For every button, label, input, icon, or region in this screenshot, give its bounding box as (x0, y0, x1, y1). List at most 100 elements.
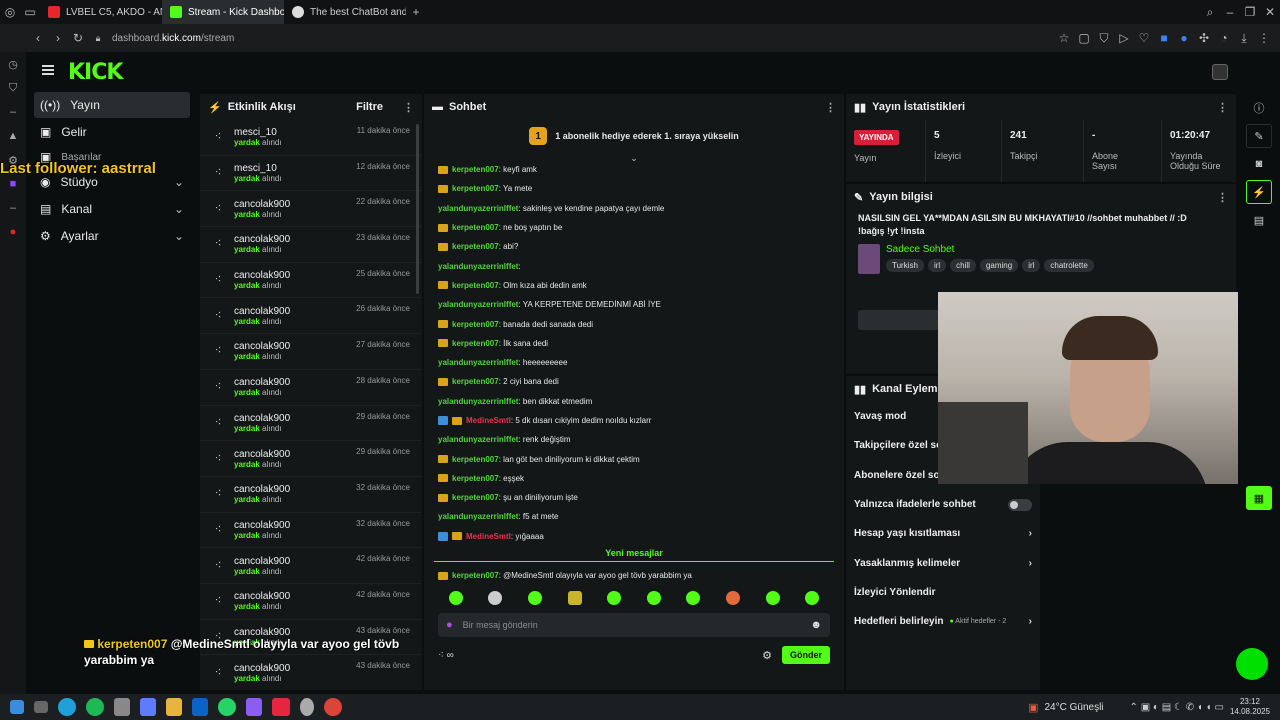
chat-username[interactable]: kerpeten007 (452, 242, 499, 251)
history-icon[interactable]: ◷ (0, 52, 26, 76)
event-row[interactable]: ⁖ mesci_10 yardak alındı 11 dakika önce (200, 120, 422, 156)
chat-username[interactable]: yalandunyazerrinlffet (438, 204, 518, 213)
chat-username[interactable]: yalandunyazerrinlffet (438, 512, 518, 521)
event-username[interactable]: cancolak900 (234, 520, 290, 531)
event-username[interactable]: cancolak900 (234, 591, 290, 602)
emote-icon[interactable] (488, 591, 503, 606)
clapper-icon[interactable]: ▦ (1246, 486, 1272, 510)
event-username[interactable]: mesci_10 (234, 163, 282, 174)
event-username[interactable]: cancolak900 (234, 377, 290, 388)
chat-message[interactable]: kerpeten007: eşşek (424, 469, 844, 488)
chat-message[interactable]: kerpeten007: ne boş yaptın be (424, 218, 844, 237)
new-tab-icon[interactable]: + (406, 2, 426, 22)
emote-icon[interactable] (527, 591, 542, 606)
browser-icon[interactable] (272, 698, 290, 716)
search-icon[interactable]: ⌕ (1200, 2, 1220, 22)
chat-message[interactable]: kerpeten007: banada dedi sanada dedi (424, 314, 844, 333)
channel-action-row[interactable]: İzleyici Yönlendir (846, 578, 1040, 607)
emote-icon[interactable] (646, 591, 661, 606)
lightning-icon[interactable]: ⚡ (1246, 180, 1272, 204)
event-row[interactable]: ⁖ mesci_10 yardak alındı 12 dakika önce (200, 156, 422, 192)
emote-icon[interactable] (448, 591, 463, 606)
puzzle-icon[interactable]: ✣ (1194, 28, 1214, 48)
bag-icon[interactable]: ⛉ (0, 76, 26, 100)
shield-icon[interactable]: ⛉ (1094, 28, 1114, 48)
chat-message[interactable]: MedineSmtl: 5 dk dısarı cıkiyim dedim no… (424, 411, 844, 430)
edge-icon[interactable] (58, 698, 76, 716)
channel-action-row[interactable]: Hedefleri belirleyin ● Aktif hedefler - 2… (846, 607, 1040, 636)
chat-message[interactable]: kerpeten007: abi? (424, 237, 844, 256)
chevron-right-icon[interactable]: › (1029, 558, 1032, 569)
event-row[interactable]: ⁖ cancolak900 yardak alındı 25 dakika ön… (200, 263, 422, 299)
scrollbar[interactable] (416, 124, 419, 294)
emoji-icon[interactable]: ☻ (810, 619, 822, 631)
chat-message[interactable]: MedineSmtl: yığaaaa (424, 527, 844, 546)
document-icon[interactable]: ▤ (1246, 208, 1272, 232)
system-tray-icon[interactable]: ⌃ ▣ ◐ ▤ ☾ ✆ ◖ ◖ ▭ (1130, 702, 1224, 713)
more-options-icon[interactable]: ⋮ (403, 101, 414, 114)
tab-list-icon[interactable]: ▭ (20, 2, 40, 22)
event-row[interactable]: ⁖ cancolak900 yardak alındı 28 dakika ön… (200, 370, 422, 406)
event-row[interactable]: ⁖ cancolak900 yardak alındı 42 dakika ön… (200, 584, 422, 620)
settings-icon[interactable] (300, 698, 314, 716)
chat-username[interactable]: kerpeten007 (452, 184, 499, 193)
event-username[interactable]: cancolak900 (234, 341, 290, 352)
event-row[interactable]: ⁖ cancolak900 yardak alındı 29 dakika ön… (200, 441, 422, 477)
avatar[interactable] (1212, 64, 1228, 80)
tab-youtube[interactable]: LVBEL C5, AKDO - ANLA (40, 0, 162, 24)
info-icon[interactable]: ⓘ (1246, 96, 1272, 120)
tag-chip[interactable]: chill (950, 259, 976, 272)
chat-username[interactable]: yalandunyazerrinlffet (438, 262, 518, 271)
tag-chip[interactable]: chatrolette (1044, 259, 1094, 272)
sidebar-item-ayarlar[interactable]: ⚙ Ayarlar ⌄ (34, 223, 190, 249)
task-view-icon[interactable] (34, 701, 48, 713)
folder-icon[interactable] (166, 698, 182, 716)
microphone-icon[interactable]: ● (446, 619, 453, 631)
chat-username[interactable]: MedineSmtl (466, 532, 511, 541)
chat-message[interactable]: kerpeten007: Olm kıza abi dedin amk (424, 276, 844, 295)
sidebar-item-yayin[interactable]: ((•)) Yayın (34, 92, 190, 118)
event-username[interactable]: cancolak900 (234, 270, 290, 281)
tag-chip[interactable]: gaming (979, 259, 1019, 272)
chat-username[interactable]: MedineSmtl (466, 416, 511, 425)
chat-message[interactable]: kerpeten007: şu an diniliyorum işte (424, 488, 844, 507)
reload-icon[interactable]: ↻ (68, 28, 88, 48)
event-row[interactable]: ⁖ cancolak900 yardak alındı 32 dakika ön… (200, 477, 422, 513)
emote-icon[interactable] (725, 591, 740, 606)
toggle-switch[interactable] (1008, 498, 1032, 511)
chat-message[interactable]: yalandunyazerrinlffet: heeeeeeeee (424, 353, 844, 372)
chat-username[interactable]: kerpeten007 (452, 455, 499, 464)
event-row[interactable]: ⁖ cancolak900 yardak alındı 23 dakika ön… (200, 227, 422, 263)
forward-icon[interactable]: › (48, 28, 68, 48)
emote-icon[interactable] (765, 591, 780, 606)
chat-username[interactable]: kerpeten007 (452, 223, 499, 232)
bookmark-icon[interactable]: ☆ (1054, 28, 1074, 48)
screenshot-icon[interactable]: ▢ (1074, 28, 1094, 48)
event-username[interactable]: cancolak900 (234, 484, 290, 495)
spotify-icon[interactable] (86, 698, 104, 716)
chat-username[interactable]: yalandunyazerrinlffet (438, 358, 518, 367)
chat-message[interactable]: kerpeten007: Ya mete (424, 179, 844, 198)
sidebar-item-kanal[interactable]: ▤ Kanal ⌄ (34, 196, 190, 222)
chat-message[interactable]: kerpeten007: 2 ciyi bana dedi (424, 372, 844, 391)
gift-banner[interactable]: 1 1 abonelik hediye ederek 1. sıraya yük… (424, 120, 844, 152)
youtube-icon[interactable]: ● (0, 220, 26, 244)
triangle-icon[interactable]: ▲ (0, 124, 26, 148)
whatsapp-icon[interactable] (218, 698, 236, 716)
chat-input[interactable]: ● Bir mesaj gönderin ☻ (438, 613, 830, 638)
event-row[interactable]: ⁖ cancolak900 yardak alındı 26 dakika ön… (200, 298, 422, 335)
clock[interactable]: 23:12 14.08.2025 (1230, 697, 1270, 717)
chevron-right-icon[interactable]: › (1029, 616, 1032, 627)
chat-message[interactable]: yalandunyazerrinlffet: f5 at mete (424, 507, 844, 526)
event-username[interactable]: cancolak900 (234, 234, 290, 245)
chat-username[interactable]: kerpeten007 (452, 474, 499, 483)
close-icon[interactable]: ✕ (1260, 2, 1280, 22)
channel-action-row[interactable]: Hesap yaşı kısıtlaması › (846, 519, 1040, 548)
browser-menu-icon[interactable]: ◎ (0, 2, 20, 22)
chat-username[interactable]: kerpeten007 (452, 339, 499, 348)
kick-logo[interactable]: KICK (68, 60, 123, 85)
event-username[interactable]: cancolak900 (234, 199, 290, 210)
url-field[interactable]: dashboard.kick.com/stream (112, 33, 234, 44)
emote-icon[interactable] (607, 591, 622, 606)
chat-message[interactable]: kerpeten007 : @MedineSmtl olayıyla var a… (424, 566, 844, 585)
